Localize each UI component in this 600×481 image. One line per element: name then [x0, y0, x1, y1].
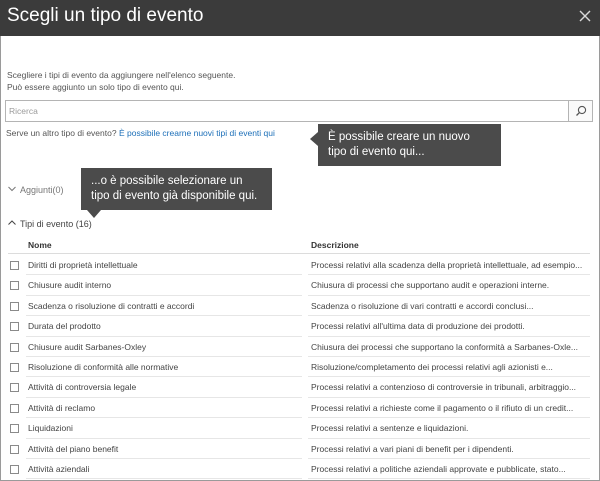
row-name: Liquidazioni — [28, 423, 73, 434]
row-name: Attività di reclamo — [28, 402, 96, 413]
row-description: Chiusura dei processi che supportano la … — [311, 341, 578, 352]
added-section-toggle[interactable]: Aggiunti(0) — [7, 185, 64, 195]
row-checkbox[interactable] — [10, 383, 19, 393]
dialog-title: Scegli un tipo di evento — [7, 5, 204, 26]
row-name: Risoluzione di conformità alle normative — [28, 361, 179, 372]
new-type-question: Serve un altro tipo di evento? — [6, 128, 117, 138]
close-button[interactable] — [576, 7, 594, 25]
callout-create-type: È possibile creare un nuovo tipo di even… — [310, 124, 501, 166]
table-row[interactable]: Liquidazioni Processi relativi a sentenze… — [8, 418, 590, 439]
row-description: Processi relativi a richieste come il pa… — [311, 402, 574, 413]
search-icon — [576, 105, 587, 116]
chevron-down-icon — [7, 185, 17, 195]
row-checkbox[interactable] — [10, 362, 19, 372]
callout-select-type: ...o è possibile selezionare un tipo di … — [81, 168, 272, 218]
row-divider — [26, 478, 302, 480]
row-name: Attività del piano benefit — [28, 443, 119, 454]
close-icon — [579, 10, 591, 22]
callout-arrow — [87, 210, 101, 218]
row-checkbox[interactable] — [10, 342, 19, 352]
row-description: Processi relativi a contenzioso di contr… — [311, 382, 577, 393]
row-name: Durata del prodotto — [28, 321, 101, 332]
table-row[interactable]: Diritti di proprietà intellettuale Proces… — [8, 255, 590, 276]
table-row[interactable]: Durata del prodotto Processi relativi all… — [8, 316, 590, 337]
row-name: Attività aziendali — [28, 463, 90, 474]
column-header-description[interactable]: Descrizione — [311, 240, 359, 250]
row-checkbox[interactable] — [10, 261, 19, 270]
row-checkbox[interactable] — [10, 403, 19, 413]
create-new-type-link[interactable]: È possibile crearne nuovi tipi di eventi… — [119, 128, 275, 138]
row-description: Processi relativi a vari piani di benefi… — [311, 443, 514, 454]
intro-line-1: Scegliere i tipi di evento da aggiungere… — [7, 70, 236, 80]
event-type-list: Diritti di proprietà intellettuale Proces… — [8, 255, 590, 480]
intro-text: Scegliere i tipi di evento da aggiungere… — [7, 69, 235, 93]
row-checkbox[interactable] — [10, 424, 19, 434]
row-divider — [308, 478, 590, 480]
search-button[interactable] — [568, 101, 592, 121]
callout-create-line-1: È possibile creare un nuovo — [328, 131, 470, 143]
row-name: Attività di controversia legale — [28, 382, 137, 393]
row-checkbox[interactable] — [10, 281, 19, 291]
added-section-label: Aggiunti(0) — [20, 185, 64, 195]
row-checkbox[interactable] — [10, 444, 19, 454]
row-name: Diritti di proprietà intellettuale — [28, 260, 138, 270]
dialog-header: Scegli un tipo di evento — [0, 0, 600, 36]
row-description: Processi relativi a politiche aziendali … — [311, 463, 566, 474]
row-description: Processi relativi a sentenze e liquidazi… — [311, 423, 469, 434]
row-description: Processi relativi alla scadenza della pr… — [311, 260, 583, 270]
table-row[interactable]: Attività di controversia legale Processi … — [8, 377, 590, 398]
types-section-toggle[interactable]: Tipi di evento (16) — [7, 219, 92, 229]
row-checkbox[interactable] — [10, 322, 19, 332]
row-description: Risoluzione/completamento dei processi r… — [311, 361, 553, 372]
row-name: Chiusure audit Sarbanes-Oxley — [28, 341, 147, 352]
search-box — [5, 100, 593, 122]
chevron-up-icon — [7, 219, 17, 229]
new-type-prompt: Serve un altro tipo di evento? È possibi… — [6, 128, 275, 138]
search-input[interactable] — [6, 101, 569, 121]
row-description: Processi relativi all'ultima data di pro… — [311, 321, 525, 332]
table-row[interactable]: Chiusure audit Sarbanes-Oxley Chiusura de… — [8, 337, 590, 357]
callout-select-line-1: ...o è possibile selezionare un — [91, 175, 243, 187]
callout-select-line-2: tipo di evento già disponibile qui. — [91, 190, 258, 202]
row-description: Scadenza o risoluzione di vari contratti… — [311, 300, 534, 311]
row-checkbox[interactable] — [10, 301, 19, 311]
intro-line-2: Può essere aggiunto un solo tipo di even… — [7, 82, 184, 92]
row-checkbox[interactable] — [10, 464, 19, 474]
callout-create-line-2: tipo di evento qui... — [328, 146, 425, 158]
row-name: Scadenza o risoluzione di contratti e ac… — [28, 300, 195, 311]
row-description: Chiusura di processi che supportano audi… — [311, 280, 550, 291]
table-row[interactable]: Attività del piano benefit Processi relat… — [8, 439, 590, 459]
column-header-name[interactable]: Nome — [28, 240, 52, 250]
types-section-label: Tipi di evento (16) — [20, 219, 92, 229]
row-name: Chiusure audit interno — [28, 280, 112, 291]
header-divider — [8, 253, 590, 254]
table-row[interactable]: Scadenza o risoluzione di contratti e ac… — [8, 296, 590, 317]
table-row[interactable]: Chiusure audit interno Chiusura di proces… — [8, 275, 590, 296]
table-row[interactable]: Attività aziendali Processi relativi a po… — [8, 459, 590, 480]
table-row[interactable]: Risoluzione di conformità alle normative… — [8, 357, 590, 378]
callout-arrow — [310, 132, 318, 146]
table-row[interactable]: Attività di reclamo Processi relativi a r… — [8, 398, 590, 419]
